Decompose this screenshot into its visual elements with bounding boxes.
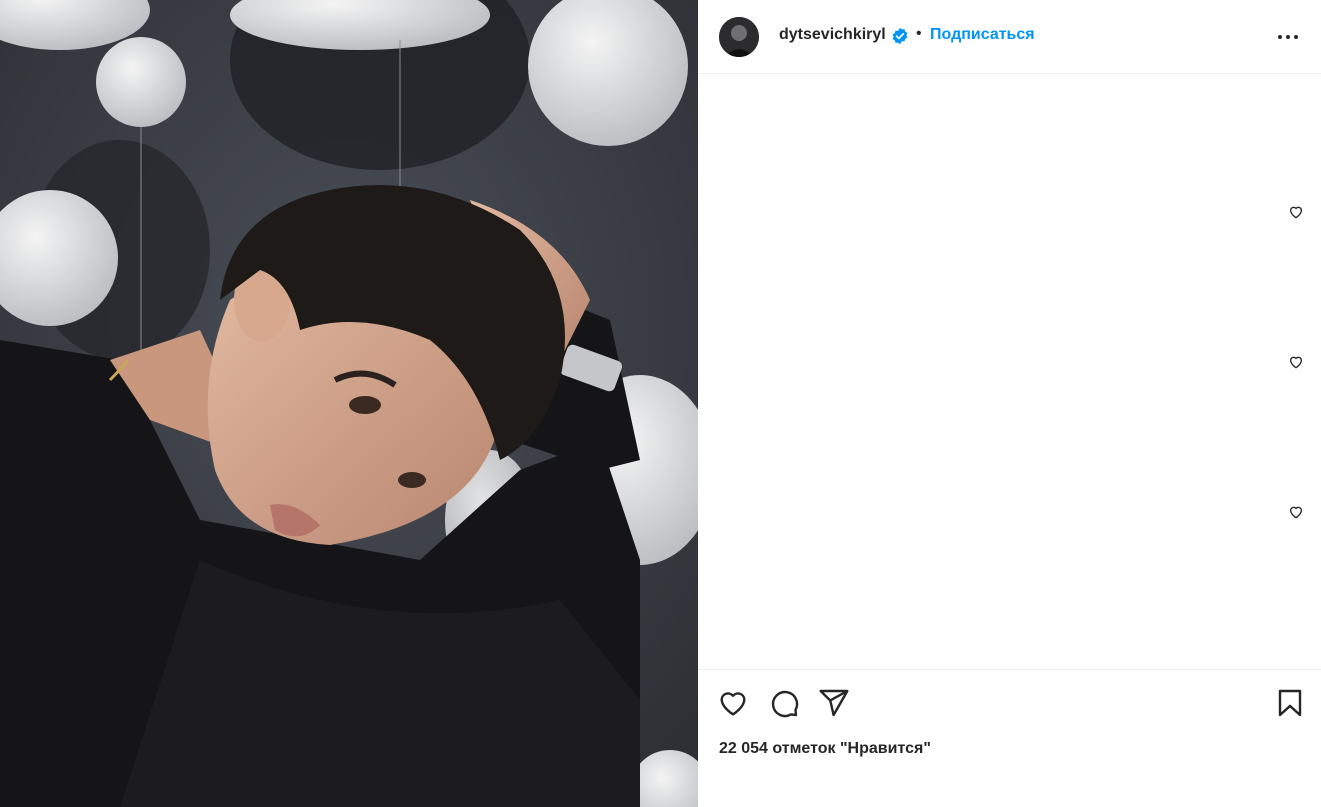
heart-icon[interactable] [717,687,749,719]
comment-like-heart-icon[interactable] [1288,204,1304,220]
comment-icon[interactable] [768,687,800,719]
share-icon[interactable] [818,687,850,719]
post-header: dytsevichkiryl • Подписаться [698,0,1321,74]
more-options-icon[interactable] [1276,27,1300,47]
post-photo-image [0,0,698,807]
bookmark-icon[interactable] [1274,687,1306,719]
post-details-panel: dytsevichkiryl • Подписаться 22 054 отме… [698,0,1321,807]
comment-like-heart-icon[interactable] [1288,504,1304,520]
separator-dot: • [916,25,922,42]
likes-count[interactable]: 22 054 отметок "Нравится" [719,740,931,758]
post-actions-bar: 22 054 отметок "Нравится" [698,669,1321,807]
comment-like-heart-icon[interactable] [1288,354,1304,370]
verified-badge-icon [891,27,909,45]
post-photo[interactable] [0,0,698,807]
follow-button[interactable]: Подписаться [930,26,1035,44]
username-link[interactable]: dytsevichkiryl [779,26,886,44]
avatar[interactable] [719,17,759,57]
avatar-image [719,17,759,57]
